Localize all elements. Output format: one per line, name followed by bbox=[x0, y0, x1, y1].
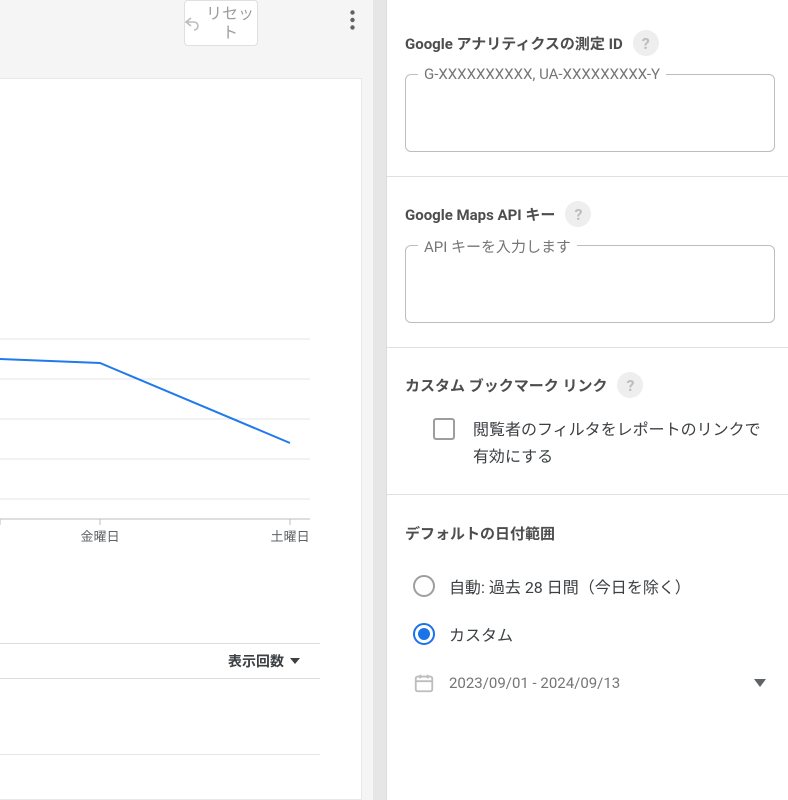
help-icon[interactable]: ? bbox=[565, 201, 591, 227]
help-icon[interactable]: ? bbox=[617, 372, 643, 398]
section-maps-key: Google Maps API キー ? API キーを入力します bbox=[387, 177, 788, 348]
ga-id-field[interactable]: G-XXXXXXXXXX, UA-XXXXXXXXX-Y bbox=[405, 74, 775, 152]
undo-icon bbox=[185, 15, 199, 31]
more-vert-icon bbox=[350, 10, 355, 30]
reset-button-label: リセット bbox=[203, 4, 257, 42]
date-range-label: デフォルトの日付範囲 bbox=[405, 523, 555, 544]
help-icon[interactable]: ? bbox=[633, 30, 659, 56]
radio-custom-label: カスタム bbox=[449, 622, 513, 646]
date-range-radio-custom[interactable]: カスタム bbox=[413, 610, 780, 658]
reset-button[interactable]: リセット bbox=[184, 0, 258, 46]
calendar-icon bbox=[413, 672, 435, 694]
ga-id-label: Google アナリティクスの測定 ID bbox=[405, 33, 623, 54]
settings-panel: Google アナリティクスの測定 ID ? G-XXXXXXXXXX, UA-… bbox=[386, 0, 788, 800]
maps-key-field[interactable]: API キーを入力します bbox=[405, 245, 775, 323]
section-ga-id: Google アナリティクスの測定 ID ? G-XXXXXXXXXX, UA-… bbox=[387, 0, 788, 177]
panel-gutter bbox=[373, 0, 386, 800]
radio-auto-label: 自動: 過去 28 日間（今日を除く） bbox=[449, 574, 691, 598]
radio-icon bbox=[413, 623, 435, 645]
maps-key-placeholder-label: API キーを入力します bbox=[418, 236, 577, 257]
date-range-picker[interactable]: 2023/09/01 - 2024/09/13 bbox=[405, 658, 780, 696]
maps-key-label: Google Maps API キー bbox=[405, 204, 555, 225]
radio-icon bbox=[413, 575, 435, 597]
overflow-menu-button[interactable] bbox=[340, 8, 364, 32]
viewer-filter-checkbox[interactable] bbox=[433, 418, 455, 440]
maps-key-input[interactable] bbox=[406, 246, 774, 322]
display-count-select[interactable]: 表示回数 bbox=[0, 643, 320, 679]
divider bbox=[0, 754, 320, 755]
date-range-radio-auto[interactable]: 自動: 過去 28 日間（今日を除く） bbox=[413, 562, 780, 610]
axis-label-friday: 金曜日 bbox=[80, 530, 119, 545]
section-date-range: デフォルトの日付範囲 自動: 過去 28 日間（今日を除く） カスタム 2023… bbox=[387, 495, 788, 720]
ga-id-input[interactable] bbox=[406, 75, 774, 151]
chart-panel: 金曜日 土曜日 表示回数 bbox=[0, 78, 362, 800]
bookmark-label: カスタム ブックマーク リンク bbox=[405, 375, 607, 396]
ga-id-placeholder-label: G-XXXXXXXXXX, UA-XXXXXXXXX-Y bbox=[418, 65, 666, 83]
date-range-text: 2023/09/01 - 2024/09/13 bbox=[449, 674, 740, 692]
display-count-label: 表示回数 bbox=[228, 651, 284, 671]
section-bookmark: カスタム ブックマーク リンク ? 閲覧者のフィルタをレポートのリンクで有効にす… bbox=[387, 348, 788, 495]
axis-label-saturday: 土曜日 bbox=[270, 530, 309, 545]
chevron-down-icon bbox=[290, 658, 300, 664]
chevron-down-icon bbox=[754, 679, 766, 687]
line-chart[interactable]: 金曜日 土曜日 bbox=[0, 279, 320, 599]
viewer-filter-checkbox-label: 閲覧者のフィルタをレポートのリンクで有効にする bbox=[473, 416, 770, 470]
